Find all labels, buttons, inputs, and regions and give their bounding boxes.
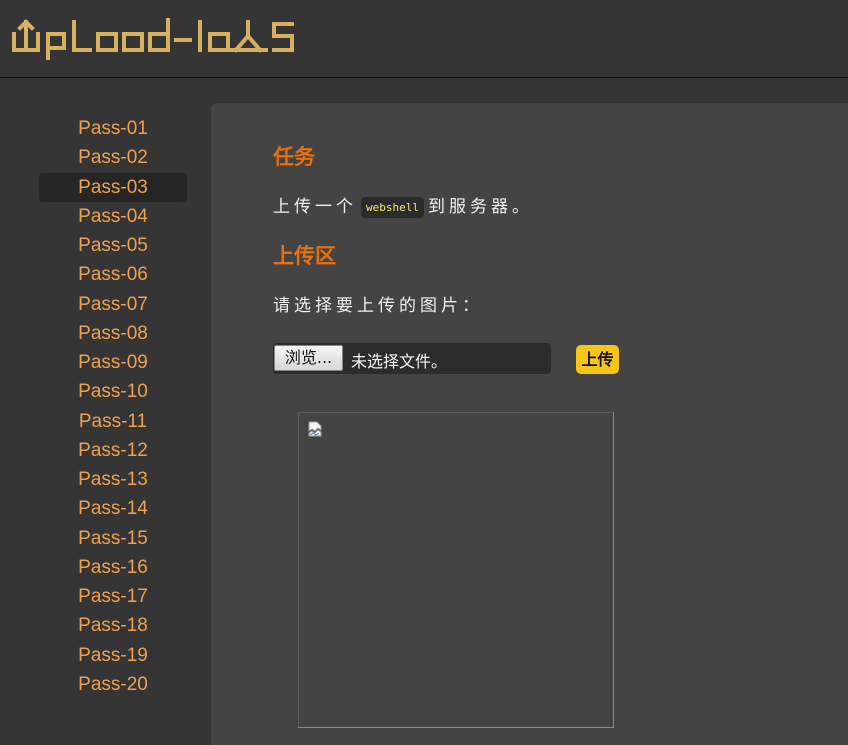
broken-image-icon [308, 421, 322, 437]
header [0, 0, 848, 78]
task-text-after: 到服务器。 [427, 197, 533, 217]
browse-button[interactable]: 浏览... [274, 345, 343, 371]
sidebar-item-pass-15[interactable]: Pass-15 [39, 524, 187, 553]
sidebar-item-pass-09[interactable]: Pass-09 [39, 348, 187, 377]
sidebar-nav: Pass-01 Pass-02 Pass-03 Pass-04 Pass-05 Pass-… [39, 114, 187, 699]
task-description: 上传一个 webshell 到服务器。 [273, 192, 533, 218]
sidebar-item-pass-19[interactable]: Pass-19 [39, 641, 187, 670]
logo [12, 18, 294, 60]
main-panel: 任务 上传一个 webshell 到服务器。 上传区 请选择要上传的图片： 浏览..… [211, 103, 848, 745]
image-preview [298, 412, 614, 728]
sidebar-item-pass-03[interactable]: Pass-03 [39, 172, 187, 202]
file-status: 未选择文件。 [351, 352, 448, 371]
task-heading: 任务 [273, 145, 315, 169]
file-input[interactable]: 浏览... 未选择文件。 [273, 343, 551, 374]
sidebar-item-pass-05[interactable]: Pass-05 [39, 231, 187, 260]
sidebar-item-pass-12[interactable]: Pass-12 [39, 436, 187, 465]
sidebar-item-pass-11[interactable]: Pass-11 [39, 407, 187, 436]
sidebar-item-pass-01[interactable]: Pass-01 [39, 114, 187, 143]
sidebar-item-pass-14[interactable]: Pass-14 [39, 494, 187, 523]
sidebar-item-pass-04[interactable]: Pass-04 [39, 202, 187, 231]
task-text-before: 上传一个 [273, 197, 357, 217]
sidebar-item-pass-18[interactable]: Pass-18 [39, 611, 187, 640]
sidebar-item-pass-08[interactable]: Pass-08 [39, 319, 187, 348]
upload-button[interactable]: 上传 [576, 345, 619, 374]
sidebar-item-pass-10[interactable]: Pass-10 [39, 377, 187, 406]
sidebar-item-pass-17[interactable]: Pass-17 [39, 582, 187, 611]
sidebar-item-pass-06[interactable]: Pass-06 [39, 260, 187, 289]
task-code: webshell [361, 196, 424, 218]
sidebar-item-pass-16[interactable]: Pass-16 [39, 553, 187, 582]
upload-prompt: 请选择要上传的图片： [273, 296, 483, 316]
sidebar-item-pass-07[interactable]: Pass-07 [39, 290, 187, 319]
sidebar-item-pass-02[interactable]: Pass-02 [39, 143, 187, 172]
sidebar: Pass-01 Pass-02 Pass-03 Pass-04 Pass-05 Pass-… [0, 78, 211, 745]
upload-heading: 上传区 [273, 244, 336, 268]
sidebar-item-pass-20[interactable]: Pass-20 [39, 670, 187, 699]
sidebar-item-pass-13[interactable]: Pass-13 [39, 465, 187, 494]
